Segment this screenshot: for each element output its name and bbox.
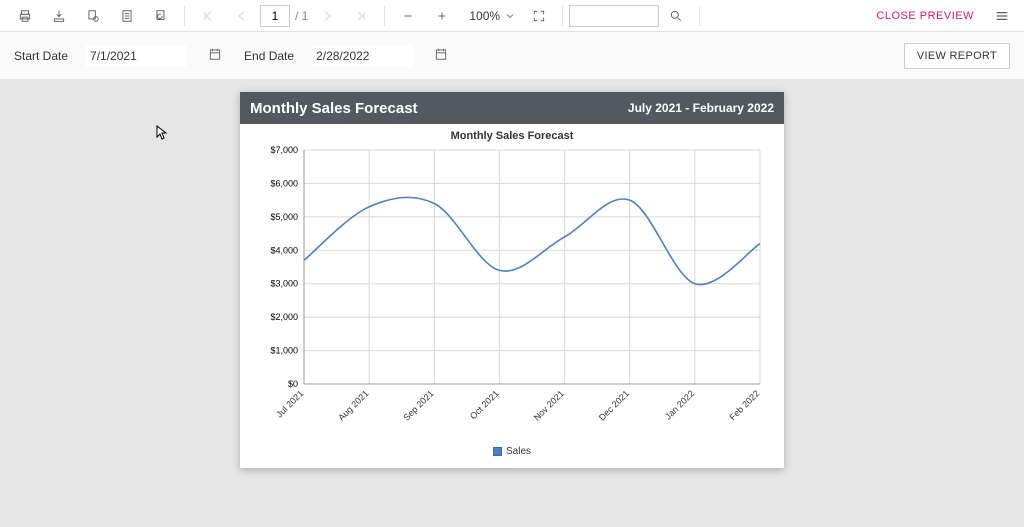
zoom-dropdown[interactable]: 100%: [459, 9, 522, 23]
svg-text:Aug 2021: Aug 2021: [336, 388, 370, 422]
export-button[interactable]: [42, 2, 76, 30]
svg-text:Jan 2022: Jan 2022: [663, 388, 696, 421]
chart-title: Monthly Sales Forecast: [250, 130, 774, 142]
svg-text:Nov 2021: Nov 2021: [532, 388, 566, 422]
next-page-button[interactable]: [310, 2, 344, 30]
search-input[interactable]: [569, 5, 659, 27]
legend-label-sales: Sales: [506, 446, 531, 457]
report-page: Monthly Sales Forecast July 2021 - Febru…: [240, 92, 784, 468]
legend-swatch-sales: [493, 447, 502, 456]
parameters-button[interactable]: [110, 2, 144, 30]
zoom-out-button[interactable]: [391, 2, 425, 30]
start-date-picker-button[interactable]: [204, 47, 226, 64]
calendar-icon: [208, 47, 222, 61]
svg-text:$3,000: $3,000: [270, 279, 298, 289]
sales-chart: $0 $1,000 $2,000 $3,000 $4,000 $5,000 $6,000 $7…: [250, 144, 774, 444]
view-report-button[interactable]: VIEW REPORT: [904, 43, 1010, 69]
svg-text:Feb 2022: Feb 2022: [727, 388, 761, 422]
fullscreen-button[interactable]: [522, 2, 556, 30]
end-date-picker-button[interactable]: [430, 47, 452, 64]
svg-text:$7,000: $7,000: [270, 145, 298, 155]
svg-text:$5,000: $5,000: [270, 212, 298, 222]
report-title: Monthly Sales Forecast: [250, 100, 418, 117]
menu-button[interactable]: [988, 2, 1016, 30]
start-date-label: Start Date: [14, 49, 68, 63]
end-date-label: End Date: [244, 49, 294, 63]
search-button[interactable]: [659, 2, 693, 30]
svg-text:$1,000: $1,000: [270, 346, 298, 356]
calendar-icon: [434, 47, 448, 61]
svg-text:$6,000: $6,000: [270, 178, 298, 188]
svg-text:Oct 2021: Oct 2021: [468, 388, 501, 421]
start-date-input[interactable]: [86, 45, 186, 67]
report-toolbar: / 1 100% CLOSE PREVIEW: [0, 0, 1024, 32]
refresh-button[interactable]: [144, 2, 178, 30]
first-page-button[interactable]: [191, 2, 225, 30]
last-page-button[interactable]: [344, 2, 378, 30]
prev-page-button[interactable]: [225, 2, 259, 30]
svg-text:Sep 2021: Sep 2021: [401, 388, 435, 422]
print-button[interactable]: [8, 2, 42, 30]
report-header: Monthly Sales Forecast July 2021 - Febru…: [240, 92, 784, 124]
chevron-down-icon: [504, 10, 516, 22]
hamburger-icon: [994, 8, 1010, 24]
page-number-input[interactable]: [260, 5, 290, 27]
svg-text:$2,000: $2,000: [270, 312, 298, 322]
search-icon: [669, 9, 683, 23]
svg-text:$0: $0: [288, 379, 298, 389]
svg-text:$4,000: $4,000: [270, 245, 298, 255]
chart-legend: Sales: [250, 446, 774, 457]
close-preview-button[interactable]: CLOSE PREVIEW: [862, 10, 988, 22]
report-stage: Monthly Sales Forecast July 2021 - Febru…: [0, 80, 1024, 527]
end-date-input[interactable]: [312, 45, 412, 67]
parameter-bar: Start Date End Date VIEW REPORT: [0, 32, 1024, 80]
svg-text:Dec 2021: Dec 2021: [597, 388, 631, 422]
zoom-in-button[interactable]: [425, 2, 459, 30]
page-total-label: / 1: [291, 9, 310, 23]
export-settings-button[interactable]: [76, 2, 110, 30]
svg-text:Jul 2021: Jul 2021: [274, 388, 305, 419]
zoom-label: 100%: [465, 9, 504, 23]
report-date-range: July 2021 - February 2022: [628, 101, 774, 115]
